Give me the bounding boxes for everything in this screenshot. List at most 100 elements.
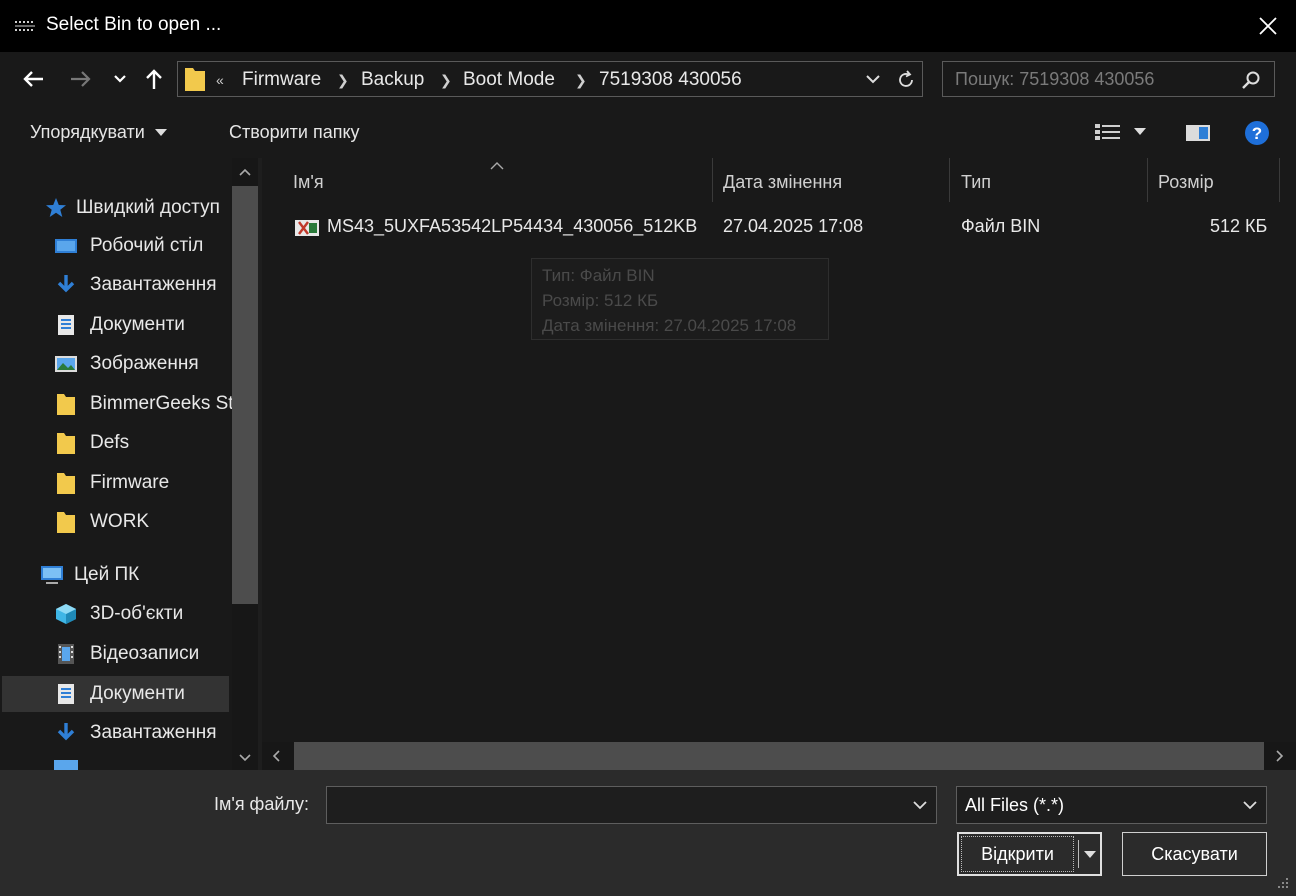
refresh-icon[interactable]: [896, 70, 916, 90]
column-header-size[interactable]: Розмір: [1158, 172, 1214, 193]
folder-icon: [57, 394, 75, 415]
organize-button[interactable]: Упорядкувати: [30, 122, 167, 143]
column-separator[interactable]: [1279, 158, 1280, 202]
back-button[interactable]: [18, 64, 48, 94]
pictures-icon: [55, 356, 77, 372]
help-icon: ?: [1245, 121, 1269, 145]
forward-button[interactable]: [66, 64, 96, 94]
caret-down-icon[interactable]: [1083, 850, 1097, 859]
table-row[interactable]: MS43_5UXFA53542LP54434_430056_512KB 27.0…: [282, 208, 1292, 248]
column-header-name[interactable]: Ім'я: [293, 172, 324, 193]
file-size: 512 КБ: [1210, 216, 1268, 236]
folder-icon: [57, 512, 75, 533]
sidebar-item-bimmergeeks[interactable]: BimmerGeeks St: [54, 386, 234, 422]
sidebar-item-defs[interactable]: Defs: [54, 425, 129, 461]
sidebar-scrollbar[interactable]: [232, 158, 258, 770]
breadcrumb-current-folder[interactable]: 7519308 430056: [599, 69, 742, 91]
app-icon: [15, 21, 35, 31]
cube-icon: [56, 604, 76, 624]
search-input[interactable]: [955, 68, 1225, 90]
quick-access-item[interactable]: Швидкий доступ: [44, 190, 220, 226]
organize-label: Упорядкувати: [30, 122, 145, 142]
window-title: Select Bin to open ...: [46, 14, 222, 35]
tooltip-size: Розмір: 512 КБ: [542, 291, 659, 310]
address-bar[interactable]: « Firmware ❯ Backup ❯ Boot Mode ❯ 751930…: [177, 61, 923, 97]
file-type: Файл BIN: [961, 216, 1041, 236]
folder-icon: [57, 433, 75, 454]
sidebar-item-firmware[interactable]: Firmware: [54, 465, 169, 501]
scroll-down-icon[interactable]: [239, 754, 251, 762]
open-button[interactable]: Відкрити: [957, 832, 1102, 876]
file-date: 27.04.2025 17:08: [723, 216, 864, 236]
sidebar-item-downloads[interactable]: Завантаження: [54, 267, 217, 303]
chevron-down-icon: [114, 75, 126, 83]
download-icon: [57, 723, 75, 741]
breadcrumb-firmware[interactable]: Firmware: [242, 69, 321, 91]
sidebar-item-videos[interactable]: Відеозаписи: [54, 636, 199, 672]
close-button[interactable]: [1244, 4, 1292, 48]
arrow-left-icon: [23, 71, 43, 87]
view-options-button[interactable]: [1094, 122, 1146, 142]
breadcrumb-backup[interactable]: Backup: [361, 69, 424, 91]
sidebar-item-work[interactable]: WORK: [54, 504, 149, 540]
search-box[interactable]: [942, 61, 1275, 97]
filename-combobox[interactable]: [326, 786, 937, 824]
file-tooltip: Тип: Файл BIN Розмір: 512 КБ Дата змінен…: [531, 258, 829, 340]
file-name: MS43_5UXFA53542LP54434_430056_512KB: [327, 216, 698, 236]
details-view-icon: [1095, 124, 1120, 140]
sidebar-scroll-thumb[interactable]: [232, 186, 258, 604]
breadcrumb-overflow[interactable]: «: [216, 72, 224, 88]
navigation-pane: Швидкий доступ Робочий стіл Завантаження…: [0, 158, 258, 770]
sidebar-item-documents-pc[interactable]: Документи: [54, 676, 185, 712]
file-type-filter[interactable]: All Files (*.*): [956, 786, 1267, 824]
sort-ascending-icon: [490, 162, 504, 170]
scroll-right-icon[interactable]: [1276, 750, 1284, 762]
breadcrumb-boot-mode[interactable]: Boot Mode: [463, 69, 555, 91]
sidebar-item-documents[interactable]: Документи: [54, 307, 185, 343]
search-icon[interactable]: [1241, 70, 1261, 90]
horizontal-scrollbar[interactable]: [262, 742, 1296, 770]
arrow-up-icon: [146, 69, 162, 89]
chevron-down-icon[interactable]: [913, 801, 927, 810]
preview-pane-button[interactable]: [1185, 123, 1211, 148]
sidebar-item-downloads-pc[interactable]: Завантаження: [54, 715, 217, 751]
sidebar-item-label: Firmware: [90, 472, 170, 493]
sidebar-item-label: Завантаження: [90, 722, 217, 743]
resize-grip-icon[interactable]: [1276, 876, 1290, 890]
sidebar-item-label: Документи: [90, 683, 185, 704]
cancel-button[interactable]: Скасувати: [1122, 832, 1267, 876]
sidebar-item-desktop[interactable]: Робочий стіл: [54, 228, 203, 264]
new-folder-button[interactable]: Створити папку: [229, 122, 360, 143]
sidebar-item-pictures[interactable]: Зображення: [54, 346, 199, 382]
breadcrumb-separator: ❯: [440, 72, 452, 88]
documents-icon: [58, 315, 74, 335]
column-separator[interactable]: [712, 158, 713, 202]
sidebar-item-3d-objects[interactable]: 3D-об'єкти: [54, 596, 183, 632]
scroll-up-icon[interactable]: [239, 168, 251, 176]
split-divider: [1078, 840, 1079, 868]
scroll-left-icon[interactable]: [272, 750, 280, 762]
column-separator[interactable]: [1147, 158, 1148, 202]
sidebar-item-label: Завантаження: [90, 274, 217, 295]
breadcrumb-separator: ❯: [575, 72, 587, 88]
this-pc-item[interactable]: Цей ПК: [40, 557, 139, 593]
recent-locations-button[interactable]: [110, 68, 130, 90]
caret-down-icon: [1134, 128, 1146, 135]
close-icon: [1259, 17, 1277, 35]
sidebar-item-label: WORK: [90, 511, 150, 532]
horizontal-scroll-thumb[interactable]: [294, 742, 1264, 770]
help-button[interactable]: ?: [1244, 120, 1270, 151]
column-separator[interactable]: [949, 158, 950, 202]
documents-icon: [58, 684, 74, 704]
open-button-main[interactable]: Відкрити: [961, 836, 1074, 872]
star-icon: [46, 198, 66, 217]
column-header-type[interactable]: Тип: [961, 172, 991, 193]
chevron-down-icon[interactable]: [866, 74, 880, 84]
desktop-icon: [55, 239, 77, 253]
folder-icon: [57, 473, 75, 494]
up-button[interactable]: [140, 64, 168, 94]
caret-down-icon: [154, 128, 167, 136]
column-header-date[interactable]: Дата змінення: [723, 172, 842, 193]
computer-icon: [41, 566, 63, 584]
quick-access-label: Швидкий доступ: [76, 197, 220, 218]
